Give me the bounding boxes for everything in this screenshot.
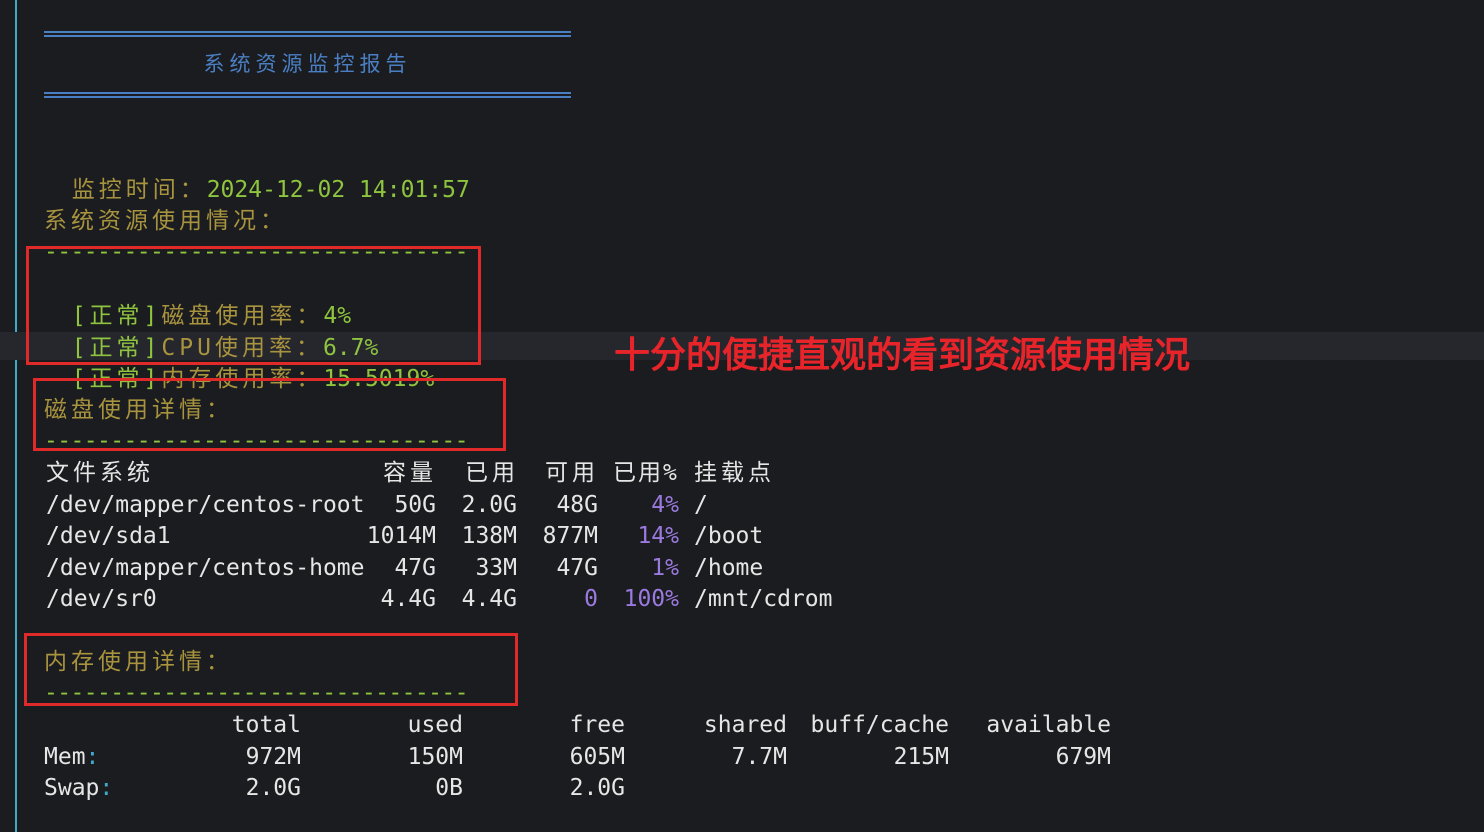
disk-cell-mount: /mnt/cdrom bbox=[694, 586, 833, 612]
disk-header-use-percent: 已用% bbox=[613, 460, 679, 486]
disk-cell-mount: /boot bbox=[694, 523, 764, 549]
disk-cell-filesystem: /dev/mapper/centos-root bbox=[46, 492, 365, 518]
disk-cell-size: 4.4G bbox=[380, 586, 436, 612]
disk-header-filesystem: 文件系统 bbox=[46, 460, 154, 486]
disk-header-size: 容量 bbox=[383, 460, 437, 486]
highlight-box-disk bbox=[33, 378, 506, 451]
disk-cell-used: 2.0G bbox=[461, 492, 517, 518]
mem-cell-used: 150M bbox=[407, 744, 463, 770]
disk-header-mount: 挂载点 bbox=[694, 460, 775, 486]
disk-cell-avail: 47G bbox=[556, 555, 598, 581]
disk-cell-size: 50G bbox=[394, 492, 436, 518]
disk-cell-filesystem: /dev/sr0 bbox=[46, 586, 157, 612]
terminal-left-border bbox=[15, 0, 17, 832]
mem-row-label: Swap: bbox=[44, 772, 113, 804]
disk-header-used: 已用 bbox=[465, 460, 519, 486]
mem-row-name: Swap bbox=[44, 775, 100, 801]
mem-header-shared: shared bbox=[703, 712, 787, 738]
monitor-time-line: 监控时间：2024-12-02 14:01:57 bbox=[44, 142, 470, 203]
mem-cell-available: 679M bbox=[1055, 744, 1111, 770]
disk-cell-filesystem: /dev/mapper/centos-home bbox=[46, 555, 365, 581]
mem-header-available: available bbox=[986, 712, 1111, 738]
mem-header-free: free bbox=[569, 712, 625, 738]
disk-cell-use-percent: 100% bbox=[623, 586, 679, 612]
disk-cell-used: 33M bbox=[475, 555, 517, 581]
mem-cell-shared: 7.7M bbox=[731, 744, 787, 770]
disk-cell-size: 47G bbox=[394, 555, 436, 581]
mem-cell-free: 2.0G bbox=[569, 775, 625, 801]
header-rule-bottom-1 bbox=[44, 92, 571, 94]
mem-cell-total: 972M bbox=[245, 744, 301, 770]
header-rule-top-2 bbox=[44, 35, 571, 37]
mem-row-name: Mem bbox=[44, 744, 86, 770]
mem-cell-total: 2.0G bbox=[245, 775, 301, 801]
disk-cell-use-percent: 4% bbox=[651, 492, 679, 518]
disk-cell-mount: / bbox=[694, 492, 708, 518]
disk-cell-size: 1014M bbox=[366, 523, 436, 549]
disk-cell-use-percent: 1% bbox=[651, 555, 679, 581]
disk-cell-used: 4.4G bbox=[461, 586, 517, 612]
mem-header-used: used bbox=[407, 712, 463, 738]
mem-header-total: total bbox=[231, 712, 301, 738]
highlight-box-memory bbox=[24, 633, 518, 706]
mem-row-label: Mem: bbox=[44, 741, 99, 773]
disk-cell-used: 138M bbox=[461, 523, 517, 549]
monitor-time-label: 监控时间： bbox=[71, 177, 207, 203]
mem-cell-used: 0B bbox=[435, 775, 463, 801]
header-rule-top-1 bbox=[44, 31, 571, 33]
highlight-box-status bbox=[26, 246, 481, 365]
report-title: 系统资源监控报告 bbox=[203, 52, 412, 76]
mem-cell-buff-cache: 215M bbox=[893, 744, 949, 770]
disk-cell-use-percent: 14% bbox=[637, 523, 679, 549]
disk-cell-avail: 0 bbox=[584, 586, 598, 612]
mem-cell-free: 605M bbox=[569, 744, 625, 770]
mem-header-buff-cache: buff/cache bbox=[810, 712, 949, 738]
resource-usage-label: 系统资源使用情况： bbox=[44, 208, 287, 234]
disk-cell-mount: /home bbox=[694, 555, 764, 581]
disk-header-avail: 可用 bbox=[545, 460, 599, 486]
disk-cell-avail: 48G bbox=[556, 492, 598, 518]
header-rule-bottom-2 bbox=[44, 96, 571, 98]
disk-cell-filesystem: /dev/sda1 bbox=[46, 523, 171, 549]
mem-row-colon: : bbox=[85, 744, 100, 770]
mem-row-colon: : bbox=[99, 775, 114, 801]
annotation-text: 十分的便捷直观的看到资源使用情况 bbox=[614, 335, 1191, 376]
disk-cell-avail: 877M bbox=[542, 523, 598, 549]
monitor-time-value: 2024-12-02 14:01:57 bbox=[206, 177, 470, 203]
